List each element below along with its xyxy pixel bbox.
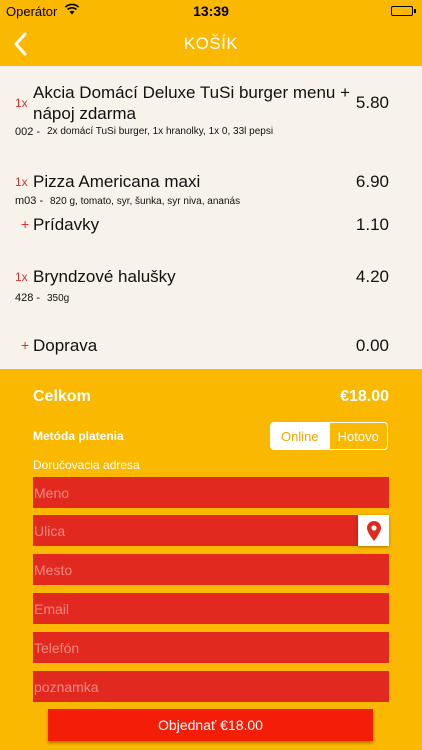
- cart-item[interactable]: 1x Pizza Americana maxi 6.90 m03 - 820 g…: [0, 150, 422, 210]
- item-quantity: 1x: [15, 96, 28, 110]
- location-pin-icon: [366, 520, 381, 541]
- email-field[interactable]: Email: [33, 593, 389, 624]
- item-name: Prídavky: [33, 215, 100, 234]
- payment-method-label: Metóda platenia: [33, 429, 124, 443]
- item-name: Pizza Americana maxi: [33, 172, 201, 191]
- item-price: 4.20: [355, 267, 389, 286]
- status-time: 13:39: [193, 3, 229, 19]
- total-label: Celkom: [33, 388, 91, 405]
- city-field[interactable]: Mesto: [33, 554, 389, 585]
- top-bar: Operátor 13:39 KOŠÍK: [0, 0, 422, 66]
- payment-method-toggle[interactable]: Online Hotovo: [270, 422, 388, 450]
- total-value: €18.00: [340, 388, 389, 405]
- addon-plus-icon: +: [21, 216, 30, 232]
- note-field[interactable]: poznamka: [33, 671, 389, 702]
- page-title: KOŠÍK: [183, 34, 239, 53]
- phone-field[interactable]: Telefón: [33, 632, 389, 663]
- item-name: Akcia Domácí Deluxe TuSi burger menu + n…: [33, 83, 351, 123]
- status-bar: Operátor 13:39: [0, 0, 422, 22]
- cart-item[interactable]: 1x Bryndzové halušky 4.20 428 - 350g: [0, 250, 422, 314]
- item-price: 1.10: [355, 215, 389, 234]
- payment-online-option[interactable]: Online: [271, 423, 329, 449]
- item-price: 5.80: [355, 93, 389, 112]
- order-button[interactable]: Objednať €18.00: [48, 709, 373, 741]
- checkout-panel: Celkom €18.00 Metóda platenia Online Hot…: [0, 369, 422, 750]
- battery-icon: [391, 6, 416, 16]
- item-name: Bryndzové halušky: [33, 267, 176, 286]
- item-price: 0.00: [355, 336, 389, 355]
- street-field[interactable]: Ulica: [33, 515, 358, 546]
- item-quantity: 1x: [15, 270, 28, 284]
- item-description: 2x domácí TuSi burger, 1x hranolky, 1x 0…: [47, 126, 274, 137]
- item-price: 6.90: [355, 172, 389, 191]
- item-code: m03 -: [15, 195, 44, 207]
- name-field[interactable]: Meno: [33, 477, 389, 508]
- addon-plus-icon: +: [21, 337, 30, 353]
- cart-addon[interactable]: + Prídavky 1.10: [0, 210, 422, 250]
- item-description: 350g: [47, 293, 70, 304]
- delivery-address-label: Doručovacia adresa: [33, 458, 140, 472]
- cart-delivery: + Doprava 0.00: [0, 326, 422, 366]
- item-quantity: 1x: [15, 175, 28, 189]
- location-pin-button[interactable]: [358, 515, 389, 546]
- item-code: 428 -: [15, 292, 41, 304]
- cart-list: 1x Akcia Domácí Deluxe TuSi burger menu …: [0, 66, 422, 369]
- item-name: Doprava: [33, 336, 98, 355]
- payment-cash-option[interactable]: Hotovo: [328, 423, 388, 449]
- cart-item[interactable]: 1x Akcia Domácí Deluxe TuSi burger menu …: [0, 66, 422, 150]
- item-description: 820 g, tomato, syr, šunka, syr niva, ana…: [50, 196, 241, 207]
- item-code: 002 -: [15, 126, 41, 138]
